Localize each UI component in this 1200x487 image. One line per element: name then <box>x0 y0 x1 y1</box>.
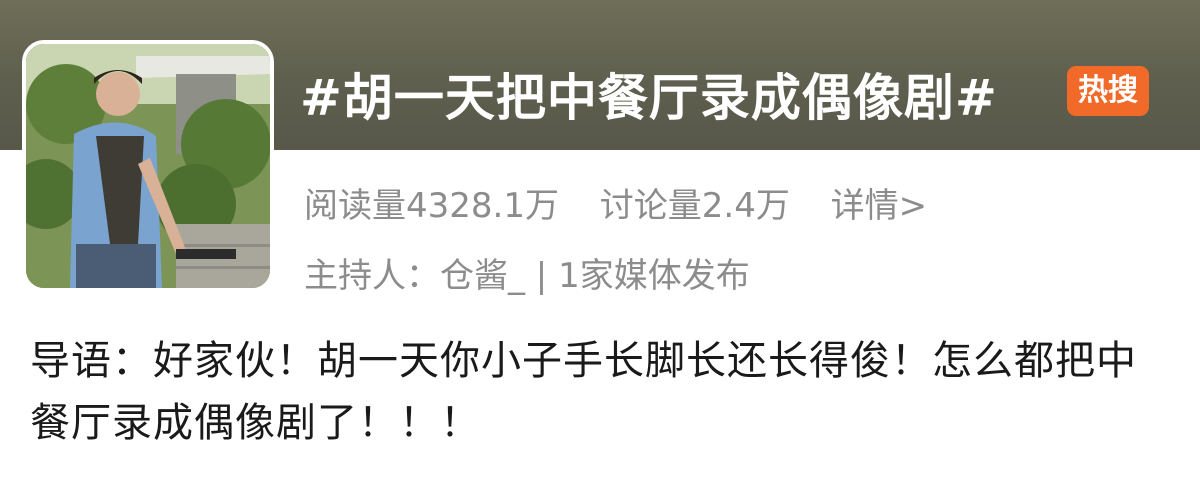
discussion-count: 讨论量2.4万 <box>599 186 790 226</box>
topic-intro: 导语：好家伙！胡一天你小子手长脚长还长得俊！怎么都把中餐厅录成偶像剧了！！！ <box>30 338 1137 446</box>
hot-search-badge: 热搜 <box>1067 66 1149 116</box>
topic-title[interactable]: #胡一天把中餐厅录成偶像剧# <box>300 58 998 130</box>
topic-thumbnail[interactable] <box>22 40 274 292</box>
host-info[interactable]: 主持人：仓酱_ | 1家媒体发布 <box>304 248 750 297</box>
thumbnail-photo <box>26 44 270 288</box>
read-count: 阅读量4328.1万 <box>304 186 559 226</box>
topic-stats: 阅读量4328.1万 讨论量2.4万 详情> <box>304 178 927 227</box>
weibo-topic-card: #胡一天把中餐厅录成偶像剧# 热搜 阅读量4328.1万 讨论量2.4万 详情>… <box>0 0 1200 487</box>
details-link[interactable]: 详情> <box>831 186 928 226</box>
